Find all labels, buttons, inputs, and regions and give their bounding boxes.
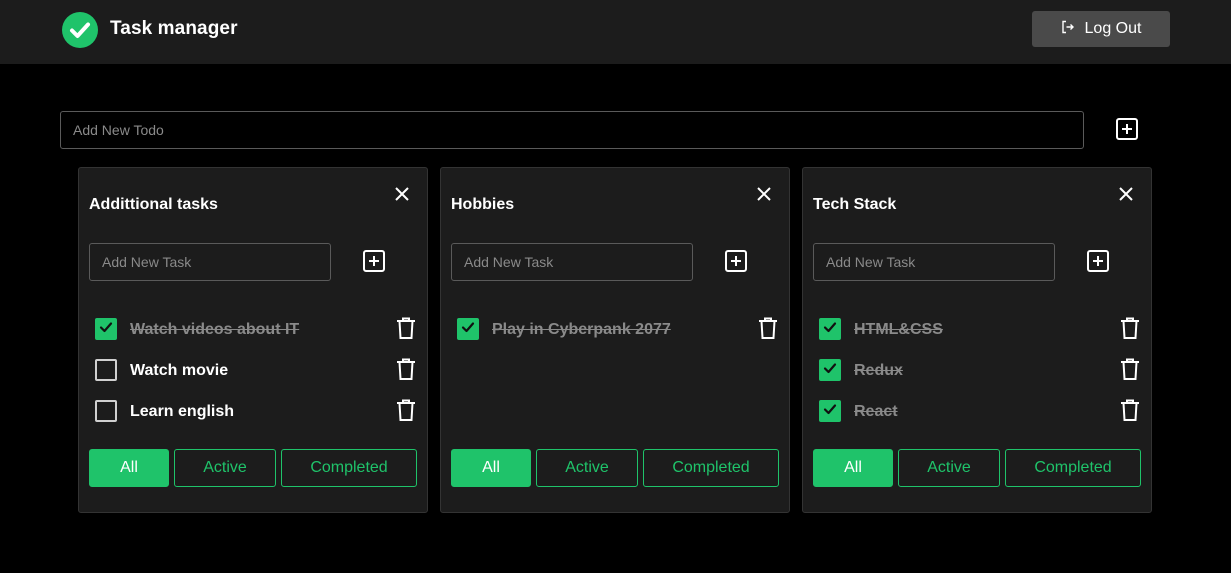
logout-label: Log Out: [1084, 20, 1142, 37]
filter-active-button[interactable]: Active: [174, 449, 276, 487]
task-label[interactable]: Play in Cyberpank 2077: [492, 321, 671, 339]
todolist-title[interactable]: Hobbies: [451, 196, 514, 214]
trash-icon: [1119, 399, 1141, 425]
check-icon: [823, 320, 837, 339]
trash-icon: [395, 358, 417, 384]
task-label[interactable]: Watch movie: [130, 362, 228, 380]
task-checkbox[interactable]: [819, 359, 841, 381]
close-icon: [755, 187, 773, 206]
task-item: Redux: [819, 357, 1141, 381]
close-icon: [1117, 187, 1135, 206]
task-item: Watch movie: [95, 357, 417, 381]
plus-square-icon: [362, 249, 386, 276]
check-icon: [823, 361, 837, 380]
logout-button[interactable]: Log Out: [1032, 11, 1170, 47]
delete-task-button[interactable]: [757, 316, 779, 340]
task-checkbox[interactable]: [95, 400, 117, 422]
filter-all-button[interactable]: All: [89, 449, 169, 487]
plus-square-icon: [1115, 117, 1139, 144]
add-task-input[interactable]: [451, 243, 693, 281]
todolist-title[interactable]: Tech Stack: [813, 196, 896, 214]
check-icon: [461, 320, 475, 339]
add-task-button[interactable]: [1086, 249, 1110, 276]
delete-task-button[interactable]: [1119, 398, 1141, 422]
trash-icon: [1119, 358, 1141, 384]
trash-icon: [1119, 317, 1141, 343]
todolist-card: Tech Stack HTML&CSS Redux React AllActiveCom…: [802, 167, 1152, 513]
add-todo-button[interactable]: [1115, 117, 1139, 144]
delete-task-button[interactable]: [395, 398, 417, 422]
task-label[interactable]: Learn english: [130, 403, 234, 421]
close-icon: [393, 187, 411, 206]
task-checkbox[interactable]: [457, 318, 479, 340]
filter-active-button[interactable]: Active: [536, 449, 638, 487]
check-icon: [99, 320, 113, 339]
add-task-button[interactable]: [724, 249, 748, 276]
todolist-card: Hobbies Play in Cyberpank 2077 AllActiveCo…: [440, 167, 790, 513]
delete-task-button[interactable]: [1119, 316, 1141, 340]
plus-square-icon: [1086, 249, 1110, 276]
task-item: Learn english: [95, 398, 417, 422]
task-item: Play in Cyberpank 2077: [457, 316, 779, 340]
task-label[interactable]: Redux: [854, 362, 903, 380]
add-task-input[interactable]: [89, 243, 331, 281]
delete-list-button[interactable]: [393, 185, 411, 203]
trash-icon: [757, 317, 779, 343]
trash-icon: [395, 317, 417, 343]
check-icon: [823, 402, 837, 421]
delete-task-button[interactable]: [1119, 357, 1141, 381]
check-circle-icon: [62, 12, 98, 48]
todolist-title[interactable]: Addittional tasks: [89, 196, 218, 214]
task-checkbox[interactable]: [95, 359, 117, 381]
filter-completed-button[interactable]: Completed: [281, 449, 417, 487]
task-item: HTML&CSS: [819, 316, 1141, 340]
delete-task-button[interactable]: [395, 316, 417, 340]
filter-all-button[interactable]: All: [451, 449, 531, 487]
todolist-card: Addittional tasks Watch videos about IT Wa…: [78, 167, 428, 513]
delete-task-button[interactable]: [395, 357, 417, 381]
app-header: Task manager Log Out: [0, 0, 1231, 64]
add-task-button[interactable]: [362, 249, 386, 276]
add-todo-input[interactable]: [60, 111, 1084, 149]
task-label[interactable]: React: [854, 403, 898, 421]
add-task-input[interactable]: [813, 243, 1055, 281]
task-checkbox[interactable]: [819, 318, 841, 340]
delete-list-button[interactable]: [1117, 185, 1135, 203]
task-checkbox[interactable]: [95, 318, 117, 340]
filter-completed-button[interactable]: Completed: [643, 449, 779, 487]
task-item: React: [819, 398, 1141, 422]
app-title: Task manager: [110, 18, 238, 39]
logout-icon: [1061, 20, 1075, 39]
task-item: Watch videos about IT: [95, 316, 417, 340]
plus-square-icon: [724, 249, 748, 276]
task-label[interactable]: Watch videos about IT: [130, 321, 299, 339]
filter-active-button[interactable]: Active: [898, 449, 1000, 487]
filter-completed-button[interactable]: Completed: [1005, 449, 1141, 487]
filter-all-button[interactable]: All: [813, 449, 893, 487]
task-checkbox[interactable]: [819, 400, 841, 422]
task-label[interactable]: HTML&CSS: [854, 321, 943, 339]
trash-icon: [395, 399, 417, 425]
delete-list-button[interactable]: [755, 185, 773, 203]
